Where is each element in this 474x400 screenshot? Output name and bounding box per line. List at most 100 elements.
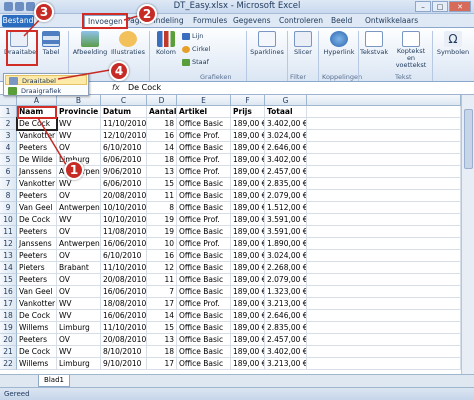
table-cell[interactable]: Office Basic (177, 322, 231, 334)
empty-cell[interactable] (307, 154, 461, 166)
table-cell[interactable]: 16/06/2010 (101, 238, 147, 250)
column-header-c[interactable]: C (101, 95, 147, 106)
table-cell[interactable]: 18 (147, 346, 177, 358)
table-cell[interactable]: 7 (147, 286, 177, 298)
symbols-button[interactable]: Ω Symbolen (435, 31, 471, 56)
table-cell[interactable]: Peeters (17, 274, 57, 286)
row-header[interactable]: 1 (0, 106, 17, 118)
table-cell[interactable]: Office Basic (177, 142, 231, 154)
bar-chart-button[interactable]: Staaf (182, 58, 209, 66)
table-cell[interactable]: Office Basic (177, 346, 231, 358)
tab-formulas[interactable]: Formules (193, 16, 227, 25)
table-cell[interactable]: 10/10/2010 (101, 214, 147, 226)
table-cell[interactable]: Office Basic (177, 310, 231, 322)
table-cell[interactable]: 189,00 € (231, 250, 265, 262)
header-cell[interactable]: Aantal (147, 106, 177, 118)
table-cell[interactable]: Office Basic (177, 274, 231, 286)
row-header[interactable]: 19 (0, 322, 17, 334)
empty-cell[interactable] (307, 322, 461, 334)
table-cell[interactable]: Janssens (17, 166, 57, 178)
table-cell[interactable]: 1.512,00 € (265, 202, 307, 214)
table-cell[interactable]: Peeters (17, 190, 57, 202)
table-cell[interactable]: Peeters (17, 226, 57, 238)
table-cell[interactable]: 189,00 € (231, 286, 265, 298)
table-cell[interactable]: 189,00 € (231, 178, 265, 190)
table-cell[interactable]: 189,00 € (231, 190, 265, 202)
column-header-empty[interactable] (307, 95, 461, 106)
table-cell[interactable]: 11/10/2010 (101, 118, 147, 130)
empty-cell[interactable] (307, 346, 461, 358)
table-cell[interactable]: Office Basic (177, 178, 231, 190)
table-cell[interactable]: 10 (147, 238, 177, 250)
table-cell[interactable]: 17 (147, 358, 177, 370)
table-cell[interactable]: 19 (147, 226, 177, 238)
table-cell[interactable]: 16 (147, 250, 177, 262)
table-cell[interactable]: 189,00 € (231, 226, 265, 238)
table-cell[interactable]: Office Basic (177, 202, 231, 214)
row-header[interactable]: 12 (0, 238, 17, 250)
table-cell[interactable]: Antwerpen (57, 238, 101, 250)
table-cell[interactable]: 20/08/2010 (101, 190, 147, 202)
table-cell[interactable]: Office Prof. (177, 298, 231, 310)
header-cell[interactable]: Datum (101, 106, 147, 118)
menu-item-pivot-chart[interactable]: Draaigrafiek (5, 86, 87, 96)
table-cell[interactable]: OV (57, 250, 101, 262)
empty-cell[interactable] (307, 298, 461, 310)
table-cell[interactable]: OV (57, 226, 101, 238)
row-header[interactable]: 17 (0, 298, 17, 310)
column-header-a[interactable]: A (17, 95, 57, 106)
table-cell[interactable]: 8/10/2010 (101, 346, 147, 358)
table-cell[interactable]: 15 (147, 178, 177, 190)
table-cell[interactable]: 6/10/2010 (101, 250, 147, 262)
table-cell[interactable]: 1.323,00 € (265, 286, 307, 298)
slicer-button[interactable]: Slicer (290, 31, 316, 56)
table-cell[interactable]: Office Basic (177, 226, 231, 238)
table-cell[interactable]: OV (57, 142, 101, 154)
table-cell[interactable]: 3.591,00 € (265, 214, 307, 226)
table-cell[interactable]: 189,00 € (231, 142, 265, 154)
tab-view[interactable]: Beeld (331, 16, 352, 25)
row-header[interactable]: 14 (0, 262, 17, 274)
table-cell[interactable]: 2.646,00 € (265, 142, 307, 154)
table-cell[interactable]: Office Basic (177, 190, 231, 202)
table-cell[interactable]: 2.835,00 € (265, 178, 307, 190)
hyperlink-button[interactable]: Hyperlink (322, 31, 356, 56)
table-cell[interactable]: 13 (147, 334, 177, 346)
tab-review[interactable]: Controleren (279, 16, 323, 25)
empty-cell[interactable] (307, 214, 461, 226)
table-cell[interactable]: 20/08/2010 (101, 334, 147, 346)
table-cell[interactable]: Peeters (17, 334, 57, 346)
table-cell[interactable]: 10/10/2010 (101, 202, 147, 214)
table-cell[interactable]: 189,00 € (231, 154, 265, 166)
table-cell[interactable]: 9/10/2010 (101, 358, 147, 370)
table-cell[interactable]: 189,00 € (231, 214, 265, 226)
tab-developer[interactable]: Ontwikkelaars (365, 16, 418, 25)
table-cell[interactable]: Office Basic (177, 358, 231, 370)
empty-cell[interactable] (307, 238, 461, 250)
table-cell[interactable]: 12/10/2010 (101, 130, 147, 142)
header-cell[interactable]: Artikel (177, 106, 231, 118)
tab-file[interactable]: Bestand (2, 15, 34, 27)
table-cell[interactable]: OV (57, 286, 101, 298)
table-cell[interactable]: 11 (147, 274, 177, 286)
line-chart-button[interactable]: Lijn (182, 32, 203, 40)
table-cell[interactable]: WV (57, 130, 101, 142)
row-header[interactable]: 6 (0, 166, 17, 178)
table-cell[interactable]: 18 (147, 118, 177, 130)
table-cell[interactable]: OV (57, 190, 101, 202)
table-cell[interactable]: Office Prof. (177, 214, 231, 226)
table-cell[interactable]: 189,00 € (231, 202, 265, 214)
empty-cell[interactable] (307, 130, 461, 142)
column-header-d[interactable]: D (147, 95, 177, 106)
empty-cell[interactable] (307, 262, 461, 274)
table-cell[interactable]: 1.890,00 € (265, 238, 307, 250)
empty-cell[interactable] (307, 142, 461, 154)
table-cell[interactable]: WV (57, 178, 101, 190)
empty-cell[interactable] (307, 226, 461, 238)
table-cell[interactable]: WV (57, 346, 101, 358)
empty-cell[interactable] (307, 274, 461, 286)
table-cell[interactable]: De Cock (17, 310, 57, 322)
table-cell[interactable]: Office Prof. (177, 238, 231, 250)
table-cell[interactable]: 189,00 € (231, 238, 265, 250)
table-cell[interactable]: 18 (147, 154, 177, 166)
